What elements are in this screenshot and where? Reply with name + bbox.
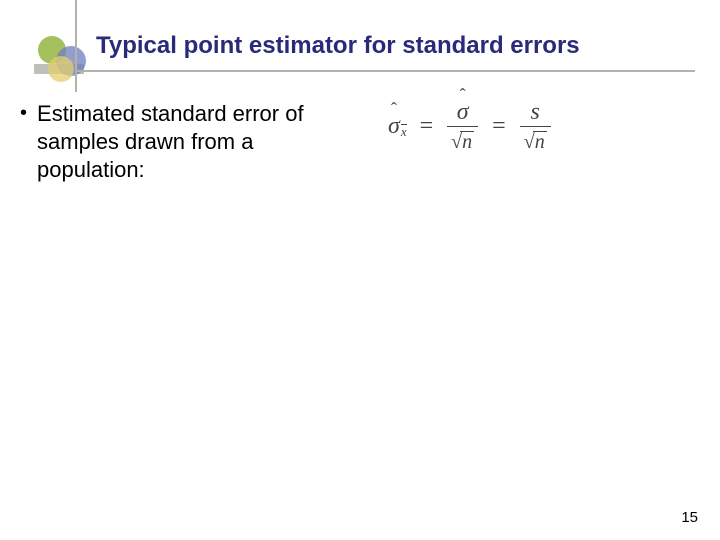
fraction-denominator: √n bbox=[520, 126, 551, 153]
fraction-denominator: √n bbox=[447, 126, 478, 153]
square-root: √n bbox=[451, 130, 474, 152]
fraction-numerator: s bbox=[527, 100, 544, 126]
slide-body: • Estimated standard error of samples dr… bbox=[20, 100, 700, 184]
n-symbol: n bbox=[533, 131, 547, 152]
title-vertical-rule bbox=[75, 0, 77, 92]
fraction-numerator: σ bbox=[453, 100, 473, 126]
xbar-subscript: x bbox=[401, 124, 407, 140]
square-root: √n bbox=[524, 130, 547, 152]
sigma-symbol: σ bbox=[457, 99, 469, 125]
n-symbol: n bbox=[460, 131, 474, 152]
equals-sign: = bbox=[416, 113, 438, 140]
sigma-hat: σ bbox=[457, 100, 469, 124]
sigma-symbol: σ bbox=[388, 113, 400, 139]
formula-right-fraction: s √n bbox=[520, 100, 551, 153]
slide-title: Typical point estimator for standard err… bbox=[96, 32, 580, 60]
slide-logo bbox=[28, 28, 88, 82]
bullet-item: • Estimated standard error of samples dr… bbox=[20, 100, 360, 184]
formula-middle-fraction: σ √n bbox=[447, 100, 478, 153]
bullet-text: Estimated standard error of samples draw… bbox=[37, 100, 360, 184]
equals-sign: = bbox=[488, 113, 510, 140]
sigma-hat: σ bbox=[388, 113, 400, 140]
s-symbol: s bbox=[531, 99, 540, 125]
formula-lhs: σx bbox=[388, 113, 406, 140]
title-horizontal-rule bbox=[75, 70, 695, 72]
page-number: 15 bbox=[681, 509, 698, 526]
logo-circle-yellow bbox=[48, 56, 74, 82]
standard-error-formula: σx = σ √n = s √n bbox=[388, 100, 700, 153]
x-symbol: x bbox=[401, 124, 407, 140]
bullet-dot-icon: • bbox=[20, 100, 27, 126]
content-row: • Estimated standard error of samples dr… bbox=[20, 100, 700, 184]
